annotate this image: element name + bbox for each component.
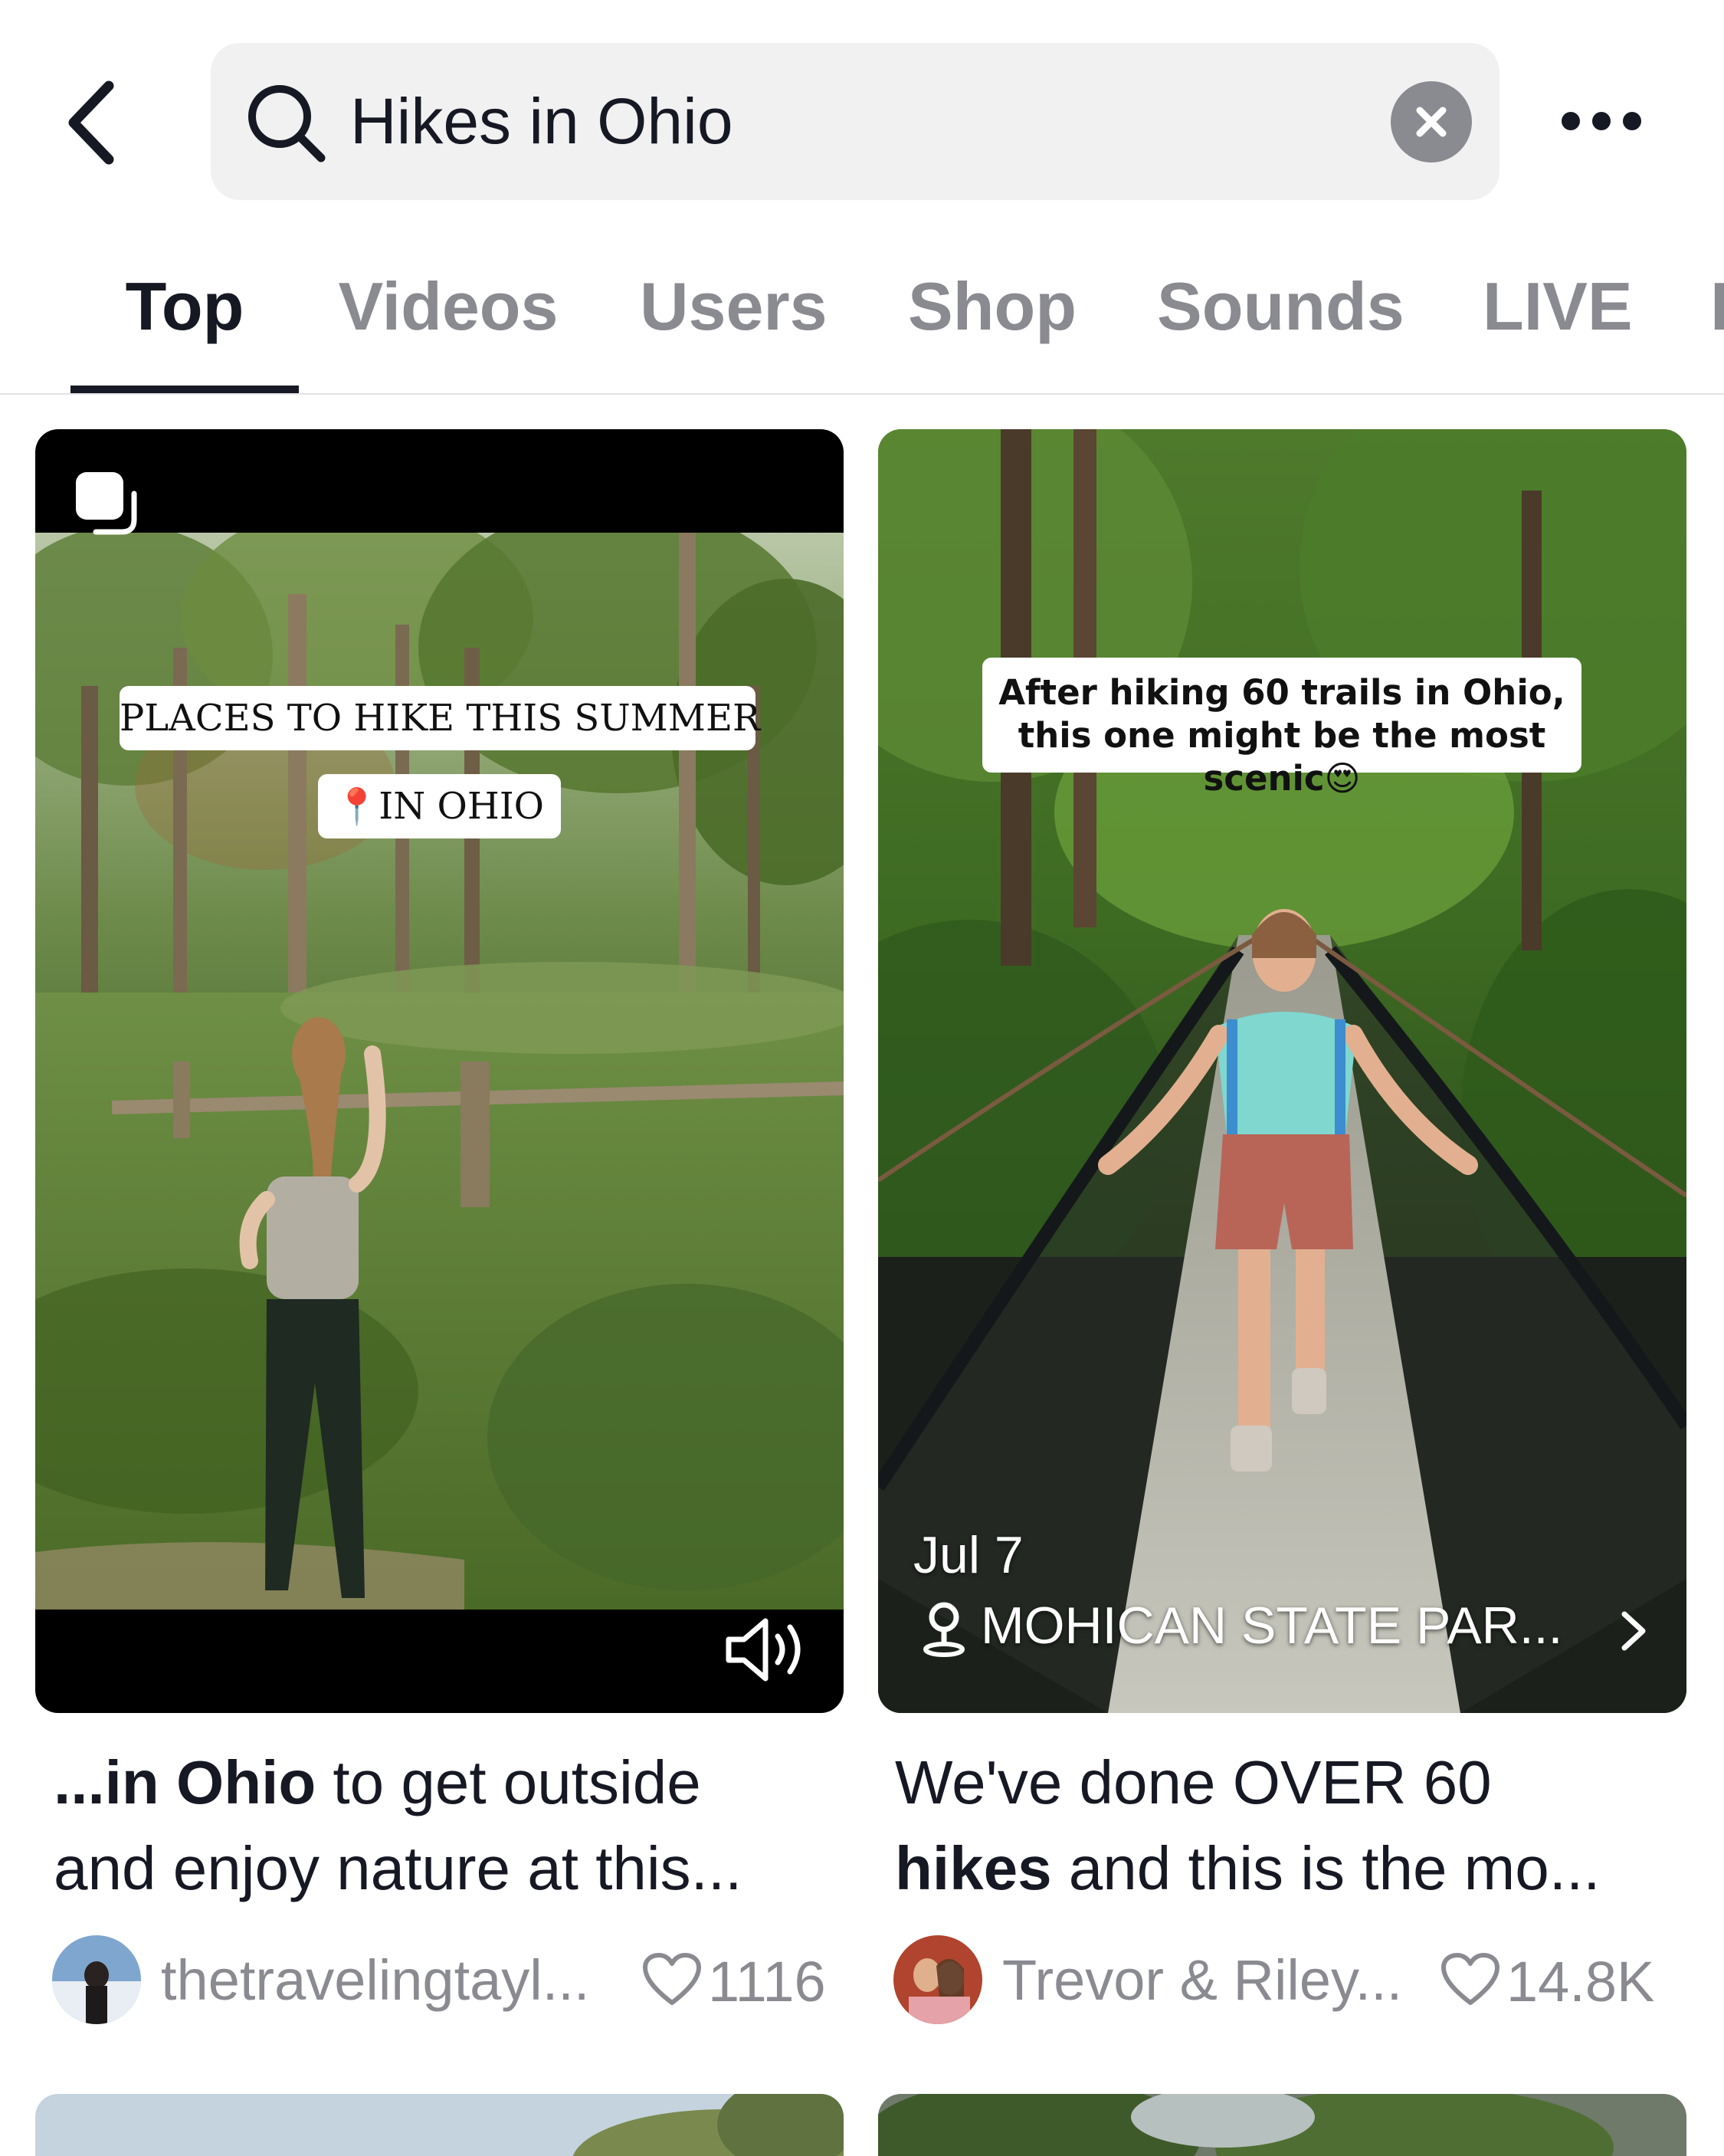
- caption-text: and this is the mo...: [1051, 1834, 1601, 1902]
- heart-icon: [1440, 1952, 1500, 2007]
- result-meta-1: thetravelingtayl... 1116: [52, 1935, 849, 2027]
- result-card-2[interactable]: After hiking 60 trails in Ohio, this one…: [878, 429, 1686, 1713]
- tab-sounds[interactable]: Sounds: [1157, 245, 1404, 393]
- location-name: MOHICAN STATE PAR...: [981, 1596, 1563, 1655]
- caption-line: ...in Ohio to get outside: [54, 1740, 851, 1826]
- search-bar[interactable]: [211, 43, 1499, 200]
- author-name[interactable]: thetravelingtayl...: [161, 1948, 589, 2013]
- result-meta-2: Trevor & Riley... 14.8K: [893, 1935, 1690, 2027]
- tab-live[interactable]: LIVE: [1483, 245, 1633, 393]
- tab-top[interactable]: Top: [70, 245, 299, 393]
- pin-emoji: 📍: [334, 786, 379, 827]
- caption-line: hikes and this is the mo...: [895, 1826, 1692, 1912]
- result-caption-2[interactable]: We've done OVER 60 hikes and this is the…: [895, 1740, 1692, 1912]
- speaker-icon[interactable]: [721, 1613, 809, 1686]
- tab-videos[interactable]: Videos: [337, 245, 559, 393]
- tab-users[interactable]: Users: [640, 245, 828, 393]
- result-caption-1[interactable]: ...in Ohio to get outside and enjoy natu…: [54, 1740, 851, 1912]
- avatar[interactable]: [893, 1935, 982, 2024]
- top-bar: [0, 0, 1724, 230]
- caption-keyword: ...in Ohio: [54, 1748, 316, 1816]
- search-input[interactable]: [350, 74, 1346, 169]
- chevron-right-icon: [1618, 1610, 1649, 1652]
- close-icon: [1416, 107, 1447, 137]
- like-count: 1116: [708, 1950, 826, 2013]
- tab-shop[interactable]: Shop: [908, 245, 1077, 393]
- post-date: Jul 7: [913, 1526, 1024, 1584]
- search-tabs: Top Videos Users Shop Sounds LIVE I: [0, 245, 1724, 395]
- author-name[interactable]: Trevor & Riley...: [1002, 1948, 1402, 2013]
- location-pin-icon: [921, 1600, 967, 1657]
- result-card-3-partial[interactable]: [35, 2094, 844, 2156]
- caption-line: We've done OVER 60: [895, 1748, 1492, 1816]
- result-card-4-partial[interactable]: [878, 2094, 1686, 2156]
- overlay-subtitle-text: IN OHIO: [379, 785, 545, 828]
- bridge-photo: [878, 429, 1686, 1713]
- caption-keyword: hikes: [895, 1834, 1052, 1902]
- back-button[interactable]: [61, 77, 130, 169]
- search-icon: [243, 80, 329, 166]
- photo-carousel-icon: [70, 466, 143, 539]
- chevron-left-icon: [68, 80, 114, 165]
- more-horizontal-icon: [1562, 112, 1641, 130]
- overlay-caption: After hiking 60 trails in Ohio, this one…: [982, 658, 1581, 799]
- location-link[interactable]: MOHICAN STATE PAR...: [913, 1594, 1664, 1663]
- heart-icon: [642, 1952, 702, 2007]
- more-options-button[interactable]: [1555, 90, 1647, 152]
- overlay-title: PLACES TO HIKE THIS SUMMER: [120, 686, 760, 750]
- clear-search-button[interactable]: [1391, 81, 1472, 162]
- caption-line: and enjoy nature at this...: [54, 1834, 742, 1902]
- avatar[interactable]: [52, 1935, 141, 2024]
- overlay-subtitle: 📍IN OHIO: [318, 774, 561, 838]
- like-count: 14.8K: [1506, 1950, 1655, 2013]
- tab-partial[interactable]: I: [1710, 245, 1724, 393]
- result-card-1[interactable]: PLACES TO HIKE THIS SUMMER 📍IN OHIO: [35, 429, 844, 1713]
- caption-text: to get outside: [316, 1748, 701, 1816]
